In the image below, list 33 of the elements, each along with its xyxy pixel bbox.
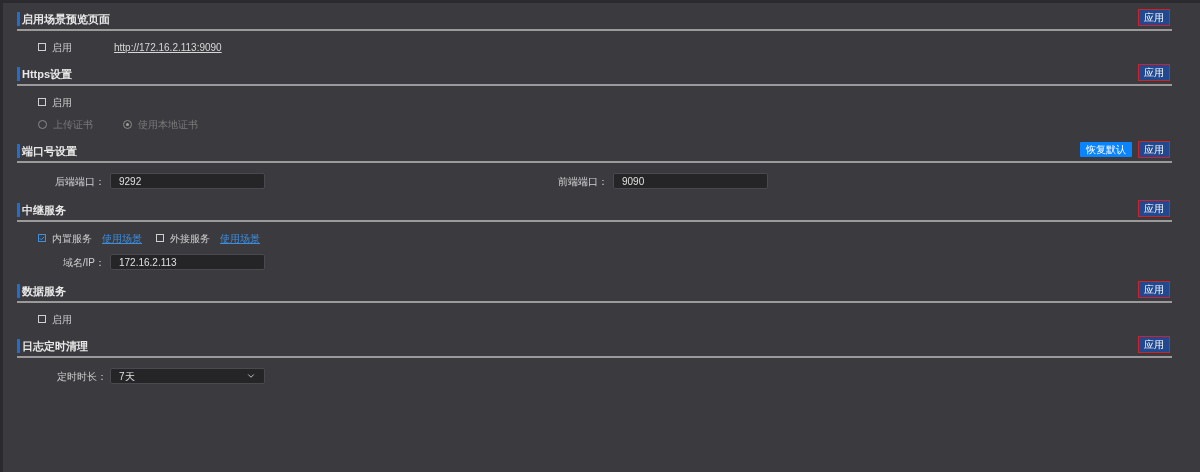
- field-label: 前端端口：: [557, 174, 609, 189]
- input-field[interactable]: 9292: [110, 173, 265, 189]
- checkbox[interactable]: [156, 234, 164, 242]
- checkbox-label: 启用: [52, 95, 72, 110]
- apply-button[interactable]: 应用: [1138, 336, 1170, 353]
- checkbox[interactable]: [38, 315, 46, 323]
- chevron-down-icon: [246, 371, 256, 381]
- checkbox[interactable]: [38, 43, 46, 51]
- field-label: 后端端口：: [54, 174, 106, 189]
- checkbox-label: 启用: [52, 312, 72, 327]
- section-title: 日志定时清理: [17, 339, 88, 353]
- input-field[interactable]: 9090: [613, 173, 768, 189]
- section-title: 端口号设置: [17, 144, 77, 158]
- reset-default-button[interactable]: 恢复默认: [1080, 142, 1132, 157]
- checkbox-label: 内置服务: [52, 231, 92, 246]
- apply-button[interactable]: 应用: [1138, 64, 1170, 81]
- checkbox-label: 外接服务: [170, 231, 210, 246]
- field-label: 域名/IP：: [61, 255, 106, 270]
- section-title: 中继服务: [17, 203, 66, 217]
- apply-button[interactable]: 应用: [1138, 141, 1170, 158]
- apply-button[interactable]: 应用: [1138, 281, 1170, 298]
- section-title: 启用场景预览页面: [17, 12, 110, 26]
- preview-link[interactable]: http://172.16.2.113:9090: [114, 39, 222, 55]
- apply-button[interactable]: 应用: [1138, 9, 1170, 26]
- duration-select[interactable]: 7天: [110, 368, 265, 384]
- field-label: 定时时长：: [56, 369, 108, 384]
- checkbox-label: 启用: [52, 40, 72, 55]
- checkbox[interactable]: [38, 234, 46, 242]
- checkbox[interactable]: [38, 98, 46, 106]
- input-field[interactable]: 172.16.2.113: [110, 254, 265, 270]
- apply-button[interactable]: 应用: [1138, 200, 1170, 217]
- section-title: 数据服务: [17, 284, 66, 298]
- section-title: Https设置: [17, 67, 73, 81]
